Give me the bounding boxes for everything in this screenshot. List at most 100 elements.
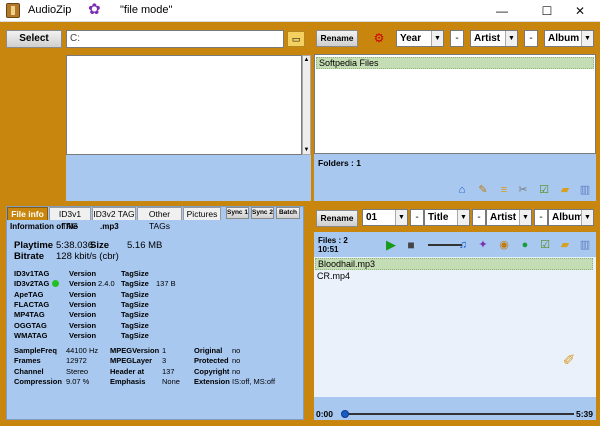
size-label: Size <box>90 240 110 251</box>
scroll-down-icon[interactable]: ▼ <box>303 147 310 153</box>
file-pattern-select-2[interactable]: Title ▼ <box>424 209 470 226</box>
stop-icon[interactable]: ■ <box>404 238 418 252</box>
seek-handle[interactable] <box>341 410 349 418</box>
music-note-icon[interactable]: ♫ <box>456 238 470 252</box>
tech-value: no <box>232 356 241 366</box>
folder-tree-scrollbar[interactable]: ▲ ▼ <box>302 55 311 155</box>
rename-pattern-icon[interactable]: ⚙ <box>372 31 386 45</box>
tab-id3v1[interactable]: ID3v1 TAG <box>49 207 91 231</box>
edit-list-icon[interactable]: ☑ <box>537 183 551 197</box>
file-list-item[interactable]: Bloodhail.mp3 <box>315 258 593 270</box>
folder-pattern-value-2: Artist <box>474 33 501 44</box>
select-button[interactable]: Select <box>6 30 62 48</box>
tools-icon[interactable]: ✂ <box>516 183 530 197</box>
file-pattern-value-1: 01 <box>366 212 378 223</box>
mode-label: "file mode" <box>120 4 173 16</box>
tag-size-label: TagSize <box>121 289 149 299</box>
file-separator-1[interactable]: - <box>410 209 424 226</box>
browse-folder-icon[interactable]: ▭ <box>287 31 305 47</box>
tag-row: ApeTAG Version TagSize <box>14 290 214 300</box>
tag-version-label: Version <box>69 289 97 299</box>
folder-lines-icon[interactable]: ≡ <box>497 183 511 197</box>
seek-bar[interactable] <box>341 410 574 418</box>
time-start: 0:00 <box>316 409 334 419</box>
tab-pictures[interactable]: Pictures <box>183 207 221 220</box>
tech-table: SampleFreq 44100 Hz MPEGVersion 1 Original no… <box>14 346 304 390</box>
file-pattern-select-4[interactable]: Album ▼ <box>548 209 594 226</box>
home-icon[interactable]: ⌂ <box>455 183 469 197</box>
folder-tree[interactable] <box>66 55 302 155</box>
folder-list[interactable]: Softpedia Files <box>314 54 596 154</box>
open-folder-icon[interactable]: ▰ <box>558 183 572 197</box>
play-icon[interactable]: ▶ <box>384 238 398 252</box>
tab-other-tags[interactable]: Other TAGs <box>137 207 182 231</box>
tag-name: WMATAG <box>14 330 48 340</box>
tag-name: ApeTAG <box>14 289 44 299</box>
file-list[interactable]: Bloodhail.mp3 CR.mp4 <box>314 257 596 397</box>
file-pattern-value-3: Artist <box>490 212 517 223</box>
tech-value: 137 <box>162 366 175 376</box>
globe-icon[interactable]: ● <box>518 238 532 252</box>
batch-button[interactable]: Batch <box>276 207 300 219</box>
tag-name: ID3v2TAG <box>14 279 50 289</box>
tech-value: IS:off, MS:off <box>232 376 276 386</box>
folder-pattern-select-3[interactable]: Album ▼ <box>544 30 594 47</box>
tag-version-label: Version <box>69 310 97 320</box>
file-separator-2[interactable]: - <box>472 209 486 226</box>
tech-value: Stereo <box>66 366 89 376</box>
folder-tree-footer <box>66 155 311 201</box>
tag-row: MP4TAG Version TagSize <box>14 310 214 320</box>
guitar-icon[interactable]: ✦ <box>476 238 490 252</box>
path-input[interactable]: C: <box>66 30 284 48</box>
tech-label: Compression <box>14 376 62 386</box>
cd-icon[interactable]: ◉ <box>497 238 511 252</box>
tag-name: ID3v1TAG <box>14 269 50 278</box>
gear-icon[interactable]: ✿ <box>88 1 101 19</box>
tech-row: Frames 12972 MPEGLayer 3 Protected no <box>14 356 304 366</box>
folder-pattern-value-1: Year <box>400 33 422 44</box>
file-pattern-select-1[interactable]: 01 ▼ <box>362 209 408 226</box>
file-list-item[interactable]: CR.mp4 <box>317 271 350 283</box>
scroll-up-icon[interactable]: ▲ <box>303 57 310 63</box>
open-folder-icon[interactable]: ▰ <box>558 238 572 252</box>
rename-files-button[interactable]: Rename <box>316 210 358 227</box>
rename-folders-button[interactable]: Rename <box>316 30 358 47</box>
tech-value: 3 <box>162 356 167 366</box>
files-count: Files : 2 <box>318 236 348 245</box>
tech-label: Frames <box>14 356 41 366</box>
tech-label: Header at <box>110 366 145 376</box>
tag-size-label: TagSize <box>121 320 149 330</box>
info-of-file-value: .mp3 <box>100 222 119 231</box>
sync1-button[interactable]: Sync 1 <box>226 207 249 219</box>
chevron-down-icon: ▼ <box>519 210 531 225</box>
folder-pattern-select-2[interactable]: Artist ▼ <box>470 30 518 47</box>
tech-row: Channel Stereo Header at 137 Copyright no <box>14 367 304 377</box>
trash-icon[interactable]: ▥ <box>578 238 592 252</box>
edit-list-icon[interactable]: ☑ <box>538 238 552 252</box>
separator-field-2[interactable]: - <box>524 30 538 47</box>
broom-icon[interactable]: ✐ <box>560 353 578 372</box>
tag-present-indicator <box>52 280 59 288</box>
file-pattern-select-3[interactable]: Artist ▼ <box>486 209 532 226</box>
tech-value: 12972 <box>66 356 87 366</box>
minimize-button[interactable]: — <box>480 0 524 22</box>
chevron-down-icon: ▼ <box>395 210 407 225</box>
app-icon <box>6 3 20 18</box>
tag-table: ID3v1TAG Version TagSize ID3v2TAG Version 2.4… <box>14 269 214 341</box>
close-button[interactable]: ✕ <box>558 0 600 22</box>
tag-row: FLACTAG Version TagSize <box>14 300 214 310</box>
tag-size-value: 137 B <box>156 279 176 289</box>
pencil-tag-icon[interactable]: ✎ <box>476 183 490 197</box>
tech-value: 44100 Hz <box>66 346 99 355</box>
folder-pattern-select-1[interactable]: Year ▼ <box>396 30 444 47</box>
tab-id3v2[interactable]: ID3v2 TAG <box>92 207 136 220</box>
file-separator-3[interactable]: - <box>534 209 548 226</box>
trash-icon[interactable]: ▥ <box>578 183 592 197</box>
folder-list-item[interactable]: Softpedia Files <box>316 57 594 69</box>
chevron-down-icon: ▼ <box>581 210 593 225</box>
tag-version-label: Version <box>69 299 97 309</box>
separator-field-1[interactable]: - <box>450 30 464 47</box>
tech-value: None <box>162 376 180 386</box>
sync2-button[interactable]: Sync 2 <box>251 207 274 219</box>
tab-file-info[interactable]: File info <box>7 207 48 220</box>
